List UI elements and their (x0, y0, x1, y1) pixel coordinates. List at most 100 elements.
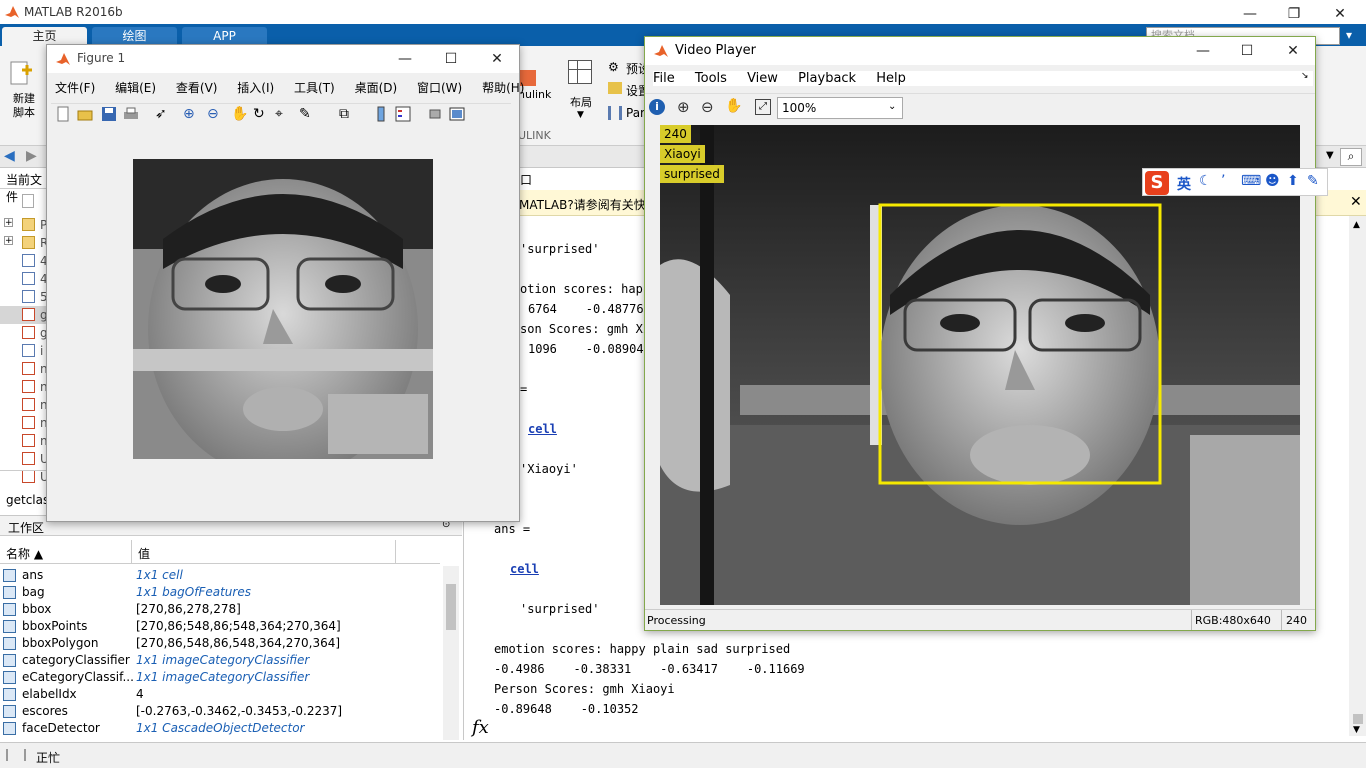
command-window-title: 口 (520, 173, 533, 187)
folder-item[interactable]: U (0, 450, 49, 468)
print-icon[interactable] (123, 106, 141, 124)
folder-item[interactable]: n (0, 432, 48, 450)
brush-icon[interactable]: ✎ (299, 106, 317, 124)
notice-text[interactable]: MATLAB?请参阅有关快 (519, 196, 646, 213)
workspace-scrollbar[interactable] (443, 566, 459, 740)
fit-to-window-icon[interactable]: ⤢ (755, 99, 771, 115)
punctuation-icon[interactable]: ’ (1221, 173, 1225, 189)
pointer-icon[interactable]: ➶ (155, 106, 173, 124)
rotate-icon[interactable]: ↻ (253, 106, 271, 124)
vp-menu-help[interactable]: Help (876, 71, 906, 86)
zoom-out-icon[interactable]: ⊖ (207, 106, 225, 124)
menu-window[interactable]: 窗口(W) (417, 81, 462, 95)
zoom-in-icon[interactable]: ⊕ (183, 106, 201, 124)
zoom-in-icon[interactable]: ⊕ (677, 98, 690, 116)
menu-tools[interactable]: 工具(T) (294, 81, 335, 95)
menu-insert[interactable]: 插入(I) (237, 81, 274, 95)
hide-plot-tools-icon[interactable] (427, 106, 445, 124)
workspace-row[interactable]: bboxPolygon [270,86,548,86,548,364,270,36… (0, 635, 440, 652)
workspace-row[interactable]: escores [-0.2763,-0.3462,-0.3453,-0.2237] (0, 703, 440, 720)
menu-help[interactable]: 帮助(H) (482, 81, 524, 95)
folder-item[interactable]: i (0, 342, 47, 360)
zoom-dropdown[interactable]: 100% ⌄ (777, 97, 903, 119)
column-name-header[interactable]: 名称 ▲ (6, 545, 43, 562)
link-icon[interactable]: ⧉ (339, 106, 357, 124)
info-icon[interactable]: i (649, 99, 665, 115)
user-icon[interactable]: ☻ (1265, 173, 1280, 189)
workspace-row[interactable]: bbox [270,86,278,278] (0, 601, 440, 618)
menu-dock-icon[interactable]: ↘ (1301, 71, 1309, 81)
vp-close-button[interactable]: ✕ (1271, 37, 1315, 65)
folder-item[interactable]: + P (0, 216, 47, 234)
figure-minimize-button[interactable]: — (383, 45, 427, 73)
fx-icon[interactable]: fx (472, 717, 489, 738)
zoom-out-icon[interactable]: ⊖ (701, 98, 714, 116)
menu-desktop[interactable]: 桌面(D) (355, 81, 398, 95)
open-file-icon[interactable] (77, 106, 95, 124)
new-script-icon[interactable] (8, 60, 36, 88)
expand-icon[interactable]: + (4, 218, 13, 228)
close-notice-icon[interactable]: ✕ (1350, 194, 1362, 210)
layout-button[interactable]: 布局 (570, 94, 592, 110)
column-value-header[interactable]: 值 (138, 545, 150, 562)
legend-icon[interactable] (395, 106, 413, 124)
parent-folder-icon[interactable] (22, 194, 34, 208)
back-arrow-icon[interactable]: ◀ (4, 148, 15, 164)
search-icon[interactable]: ⌕ (1320, 28, 1338, 44)
vp-minimize-button[interactable]: — (1181, 37, 1225, 65)
vp-menu-playback[interactable]: Playback (798, 71, 856, 86)
skin-icon[interactable]: ⬆ (1287, 173, 1299, 189)
figure-close-button[interactable]: ✕ (475, 45, 519, 73)
show-plot-tools-icon[interactable] (449, 106, 467, 124)
parallel-button[interactable]: Par (626, 106, 645, 120)
help-icon[interactable]: ▾ (1346, 28, 1364, 44)
folder-item[interactable]: 5 (0, 288, 48, 306)
workspace-row[interactable]: eCategoryClassif... 1x1 imageCategoryClas… (0, 669, 440, 686)
figure-title-bar[interactable]: Figure 1 — ☐ ✕ (47, 45, 519, 73)
pan-icon[interactable]: ✋ (725, 98, 742, 114)
colorbar-icon[interactable] (373, 106, 391, 124)
folder-item[interactable]: 4 (0, 270, 48, 288)
save-icon[interactable] (101, 106, 119, 124)
workspace-row[interactable]: faceDetector 1x1 CascadeObjectDetector (0, 720, 440, 737)
new-script-button[interactable]: 新建 脚本 (6, 92, 42, 120)
figure-maximize-button[interactable]: ☐ (429, 45, 473, 73)
command-output-line: cell (528, 422, 557, 436)
workspace-row[interactable]: elabelIdx 4 (0, 686, 440, 703)
menu-view[interactable]: 查看(V) (176, 81, 218, 95)
folder-item[interactable]: g (0, 306, 48, 324)
folder-item[interactable]: n (0, 360, 48, 378)
vp-menu-view[interactable]: View (747, 71, 778, 86)
command-scrollbar[interactable]: ▲ ▼ (1349, 216, 1366, 736)
wrench-icon[interactable]: ✎ (1307, 173, 1319, 189)
menu-file[interactable]: 文件(F) (55, 81, 95, 95)
data-cursor-icon[interactable]: ⌖ (275, 106, 293, 124)
folder-item[interactable]: n (0, 396, 48, 414)
folder-item[interactable]: g (0, 324, 48, 342)
workspace-row[interactable]: categoryClassifier 1x1 imageCategoryClass… (0, 652, 440, 669)
menu-edit[interactable]: 编辑(E) (115, 81, 156, 95)
new-figure-icon[interactable] (55, 106, 73, 124)
folder-item[interactable]: 4 (0, 252, 48, 270)
search-folder-icon[interactable]: ⌕ (1340, 148, 1362, 166)
variable-name: bboxPolygon (22, 636, 99, 650)
moon-icon[interactable]: ☾ (1199, 173, 1212, 189)
vp-menu-file[interactable]: File (653, 71, 675, 86)
video-player-title-bar[interactable]: Video Player — ☐ ✕ (645, 37, 1315, 65)
pan-icon[interactable]: ✋ (231, 106, 249, 124)
folder-item[interactable]: n (0, 378, 48, 396)
folder-item[interactable]: n (0, 414, 48, 432)
sogou-icon[interactable]: S (1145, 171, 1169, 195)
vp-maximize-button[interactable]: ☐ (1225, 37, 1269, 65)
workspace-row[interactable]: ans 1x1 cell (0, 567, 440, 584)
dropdown-arrow-icon[interactable]: ▼ (1326, 150, 1334, 161)
forward-arrow-icon[interactable]: ▶ (26, 148, 37, 164)
workspace-row[interactable]: bag 1x1 bagOfFeatures (0, 584, 440, 601)
expand-icon[interactable]: + (4, 236, 13, 246)
command-output-line[interactable]: cell (510, 562, 539, 576)
keyboard-icon[interactable]: ⌨ (1241, 173, 1261, 189)
folder-item[interactable]: + R (0, 234, 48, 252)
ime-language[interactable]: 英 (1177, 174, 1191, 194)
vp-menu-tools[interactable]: Tools (695, 71, 727, 86)
workspace-row[interactable]: bboxPoints [270,86;548,86;548,364;270,364… (0, 618, 440, 635)
